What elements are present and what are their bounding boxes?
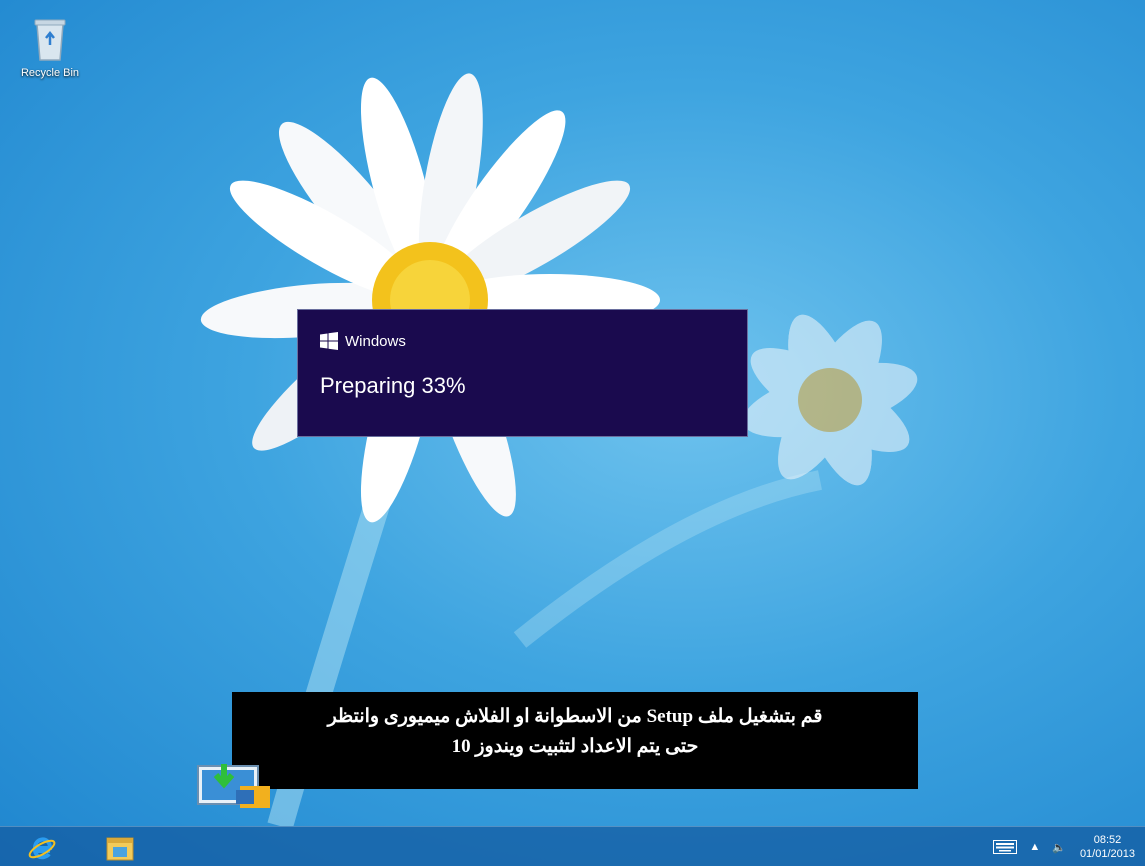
internet-explorer-icon (28, 837, 56, 860)
clock-date: 01/01/2013 (1079, 848, 1135, 860)
recycle-bin-icon (34, 19, 66, 61)
recycle-bin-label: Recycle Bin (20, 67, 80, 79)
clock-time: 08:52 (1093, 834, 1122, 846)
desktop: Recycle Bin Windows Preparing 33% قم بتش… (0, 0, 1145, 866)
windows-logo-icon (320, 332, 338, 350)
file-explorer-button[interactable] (100, 831, 140, 865)
caption-line-2: حتى يتم الاعداد لتثبيت ويندوز 10 (451, 736, 699, 757)
dialog-brand: Windows (345, 332, 406, 350)
taskbar-clock[interactable]: 08:52 01/01/2013 (1080, 833, 1135, 861)
recycle-bin-shortcut[interactable]: Recycle Bin (12, 16, 88, 79)
show-hidden-icons-chevron[interactable]: ▲ (1029, 841, 1040, 853)
setup-install-icon (197, 764, 270, 808)
volume-icon[interactable]: 🔈 (1052, 841, 1066, 854)
file-explorer-icon (106, 837, 134, 861)
keyboard-icon[interactable] (993, 840, 1018, 854)
system-tray: ▲ 🔈 08:52 01/01/2013 (993, 827, 1135, 866)
tutorial-caption: قم بتشغيل ملف Setup من الاسطوانة او الفل… (232, 692, 918, 789)
taskbar: ▲ 🔈 08:52 01/01/2013 (0, 826, 1145, 866)
caption-line-1: قم بتشغيل ملف Setup من الاسطوانة او الفل… (327, 706, 823, 727)
internet-explorer-button[interactable] (22, 831, 62, 865)
preparing-status: Preparing 33% (320, 373, 466, 398)
windows-setup-dialog: Windows Preparing 33% (297, 309, 748, 437)
